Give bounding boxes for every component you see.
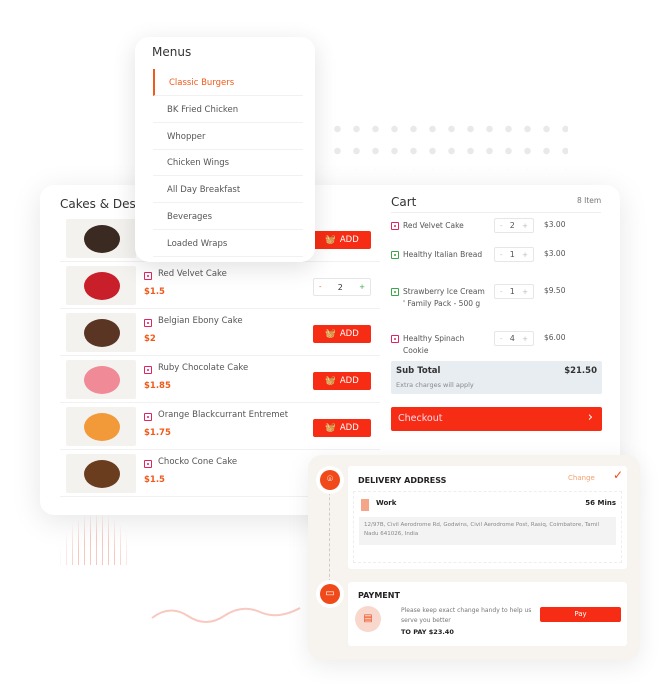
divider: [391, 212, 601, 213]
basket-icon: 🧺: [325, 235, 336, 245]
product-price: $1.5: [144, 475, 165, 485]
cart-count: 8 Item: [577, 196, 602, 205]
menu-item[interactable]: All Day Breakfast: [153, 176, 303, 204]
eta: 56 Mins: [585, 499, 616, 507]
product-name: Red Velvet Cake: [158, 269, 227, 279]
product-image: [66, 219, 136, 258]
cart-item-name: Healthy Italian Bread: [403, 250, 483, 259]
address-type: Work: [376, 499, 397, 507]
product-name: Orange Blackcurrant Entremet: [158, 410, 289, 420]
non-veg-icon: [391, 222, 399, 230]
menus-title: Menus: [152, 45, 192, 59]
non-veg-icon: [144, 460, 152, 468]
wallet-icon: ▭: [320, 584, 340, 604]
quantity-stepper[interactable]: -1 +: [494, 284, 534, 299]
product-name: Belgian Ebony Cake: [158, 316, 243, 326]
menu-item[interactable]: Classic Burgers: [153, 69, 303, 96]
cart-item-price: $3.00: [544, 220, 566, 229]
add-button[interactable]: 🧺 ADD: [313, 325, 371, 343]
quantity-stepper[interactable]: -2 +: [494, 218, 534, 233]
product-price: $1.85: [144, 381, 171, 391]
pay-button[interactable]: Pay: [540, 607, 621, 622]
add-button[interactable]: 🧺 ADD: [313, 372, 371, 390]
minus-button[interactable]: -: [500, 288, 503, 296]
plus-button[interactable]: +: [522, 251, 528, 259]
product-price: $1.75: [144, 428, 171, 438]
non-veg-icon: [144, 413, 152, 421]
non-veg-icon: [144, 319, 152, 327]
to-pay: TO PAY $23.40: [401, 628, 454, 636]
product-name: Ruby Chocolate Cake: [158, 363, 249, 373]
menu-item[interactable]: Chicken Wings: [153, 149, 303, 177]
decorative-wave: [151, 607, 301, 623]
product-name: Chocko Cone Cake: [158, 457, 238, 467]
cart-title: Cart: [391, 195, 417, 209]
minus-button[interactable]: -: [500, 335, 503, 343]
extra-note: Extra charges will apply: [396, 381, 474, 389]
payment-note: Please keep exact change handy to help u…: [401, 607, 532, 624]
cart-item-name: Strawberry Ice Cream ' Family Pack - 500…: [403, 287, 485, 308]
non-veg-icon: [144, 366, 152, 374]
product-image: [66, 313, 136, 352]
subtotal-value: $21.50: [564, 366, 597, 376]
change-link[interactable]: Change: [568, 474, 595, 482]
minus-button[interactable]: -: [319, 283, 322, 291]
quantity-stepper[interactable]: -4 +: [494, 331, 534, 346]
basket-icon: 🧺: [325, 423, 336, 433]
delivery-title: DELIVERY ADDRESS: [358, 476, 447, 485]
minus-button[interactable]: -: [500, 222, 503, 230]
non-veg-icon: [391, 335, 399, 343]
plus-button[interactable]: +: [359, 283, 365, 291]
non-veg-icon: [144, 272, 152, 280]
check-circle-icon: ✓: [613, 468, 624, 482]
subtotal-label: Sub Total: [396, 366, 441, 376]
product-row: Orange Blackcurrant Entremet $1.75 🧺 ADD: [60, 403, 380, 450]
chevron-right-icon: ›: [587, 410, 593, 425]
basket-icon: 🧺: [325, 329, 336, 339]
delivery-address-card: DELIVERY ADDRESS Change ✓ Work 56 Mins 1…: [348, 466, 627, 569]
basket-icon: 🧺: [325, 376, 336, 386]
menu-item[interactable]: Beverages: [153, 203, 303, 230]
menu-item[interactable]: BK Fried Chicken: [153, 96, 303, 123]
add-button[interactable]: 🧺 ADD: [313, 231, 371, 249]
minus-button[interactable]: -: [500, 251, 503, 259]
plus-button[interactable]: +: [522, 288, 528, 296]
address-text: 12/97B, Civil Aerodrome Rd, Godwins, Civ…: [359, 517, 616, 545]
menu-item[interactable]: Loaded Wraps: [153, 230, 303, 257]
delivery-panel: ⌾ ▭ DELIVERY ADDRESS Change ✓ Work 56 Mi…: [308, 455, 640, 660]
cart-item-price: $3.00: [544, 249, 566, 258]
product-image: [66, 407, 136, 446]
veg-icon: [391, 251, 399, 259]
subtotal-box: Sub Total $21.50 Extra charges will appl…: [391, 361, 602, 394]
product-row: Belgian Ebony Cake $2 🧺 ADD: [60, 309, 380, 356]
plus-button[interactable]: +: [522, 335, 528, 343]
cart-item-name: Healthy Spinach Cookie: [403, 334, 465, 355]
veg-icon: [391, 288, 399, 296]
product-row: Red Velvet Cake $1.5 -2 +: [60, 262, 380, 309]
cash-icon: ▤: [355, 606, 381, 632]
checkout-button[interactable]: Checkout ›: [391, 407, 602, 431]
product-image: [66, 454, 136, 493]
quantity-stepper[interactable]: -1 +: [494, 247, 534, 262]
decorative-dots: [328, 118, 568, 170]
add-button[interactable]: 🧺 ADD: [313, 419, 371, 437]
payment-card: PAYMENT ▤ Please keep exact change handy…: [348, 582, 627, 646]
payment-title: PAYMENT: [358, 591, 400, 600]
menu-item[interactable]: Whopper: [153, 123, 303, 150]
cart-item-name: Red Velvet Cake: [403, 221, 464, 230]
menus-dropdown: Menus Classic Burgers BK Fried Chicken Who…: [135, 37, 315, 262]
plus-button[interactable]: +: [522, 222, 528, 230]
product-price: $2: [144, 334, 156, 344]
building-icon: [361, 499, 369, 511]
product-image: [66, 266, 136, 305]
location-pin-icon: ⌾: [320, 470, 340, 490]
product-price: $1.5: [144, 287, 165, 297]
product-row: Ruby Chocolate Cake $1.85 🧺 ADD: [60, 356, 380, 403]
product-image: [66, 360, 136, 399]
decorative-lines: [60, 515, 132, 565]
cart-item-price: $6.00: [544, 333, 566, 342]
quantity-stepper[interactable]: -2 +: [313, 278, 371, 296]
cart-item-price: $9.50: [544, 286, 566, 295]
checkout-label: Checkout: [398, 413, 443, 424]
